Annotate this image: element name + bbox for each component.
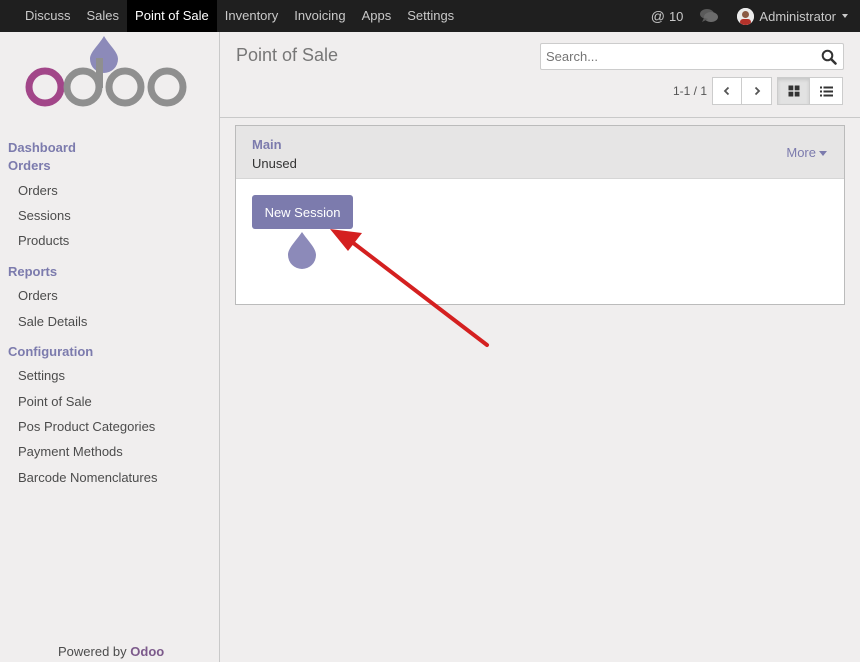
- sidebar-section-dashboard[interactable]: Dashboard: [8, 140, 76, 155]
- new-session-button[interactable]: New Session: [252, 195, 353, 229]
- chat-icon[interactable]: [699, 8, 721, 24]
- more-dropdown[interactable]: More: [786, 145, 827, 160]
- sidebar-item-report-orders[interactable]: Orders: [18, 288, 58, 303]
- kanban-view-button[interactable]: [777, 77, 810, 105]
- avatar: [737, 7, 755, 25]
- search-input[interactable]: [541, 44, 811, 69]
- search-box: [540, 43, 844, 70]
- odoo-logo: [24, 34, 194, 114]
- search-icon[interactable]: [821, 49, 837, 65]
- chevron-right-icon: [754, 86, 760, 96]
- sidebar-item-barcode-nomenclatures[interactable]: Barcode Nomenclatures: [18, 470, 157, 485]
- page-title: Point of Sale: [236, 45, 339, 65]
- pager-previous-button[interactable]: [712, 77, 742, 105]
- caret-down-icon: [842, 14, 848, 18]
- list-view-button[interactable]: [810, 77, 843, 105]
- pager-buttons: [712, 77, 772, 105]
- pager-value[interactable]: 1-1 / 1: [673, 84, 707, 98]
- more-label: More: [786, 145, 816, 160]
- powered-by: Powered by Odoo: [58, 644, 164, 659]
- sidebar-section-orders[interactable]: Orders: [8, 158, 51, 173]
- sidebar-item-settings[interactable]: Settings: [18, 368, 65, 383]
- droplet-icon: [287, 232, 317, 273]
- menu-apps[interactable]: Apps: [354, 0, 400, 32]
- mention-count[interactable]: 10: [669, 9, 683, 24]
- powered-by-odoo-link[interactable]: Odoo: [130, 644, 164, 659]
- caret-down-icon: [819, 151, 827, 157]
- menu-invoicing[interactable]: Invoicing: [286, 0, 353, 32]
- sidebar-section-configuration[interactable]: Configuration: [8, 344, 93, 359]
- card-header: Main Unused More: [236, 126, 844, 179]
- view-switcher: [777, 77, 843, 105]
- sidebar-section-reports[interactable]: Reports: [8, 264, 57, 279]
- sidebar-item-sale-details[interactable]: Sale Details: [18, 314, 87, 329]
- control-panel: Point of Sale 1-1 / 1: [220, 32, 860, 118]
- menu-settings[interactable]: Settings: [399, 0, 462, 32]
- pager-next-button[interactable]: [742, 77, 772, 105]
- sidebar-item-products[interactable]: Products: [18, 233, 69, 248]
- user-menu[interactable]: Administrator: [737, 7, 848, 25]
- sidebar-item-sessions[interactable]: Sessions: [18, 208, 71, 223]
- kanban-grid-icon: [788, 85, 799, 97]
- top-navbar: Discuss Sales Point of Sale Inventory In…: [0, 0, 860, 32]
- menu-inventory[interactable]: Inventory: [217, 0, 286, 32]
- sidebar-item-point-of-sale[interactable]: Point of Sale: [18, 394, 92, 409]
- app-menu: Discuss Sales Point of Sale Inventory In…: [0, 0, 462, 32]
- pos-config-card: Main Unused More New Session: [235, 125, 845, 305]
- user-name: Administrator: [759, 8, 836, 24]
- menu-sales[interactable]: Sales: [79, 0, 128, 32]
- at-mention-icon[interactable]: @: [651, 8, 665, 24]
- sidebar-item-payment-methods[interactable]: Payment Methods: [18, 444, 123, 459]
- card-title[interactable]: Main: [252, 137, 282, 152]
- menu-point-of-sale[interactable]: Point of Sale: [127, 0, 217, 32]
- menu-discuss[interactable]: Discuss: [17, 0, 79, 32]
- sidebar: Dashboard Orders Orders Sessions Product…: [0, 32, 220, 662]
- chevron-left-icon: [723, 86, 730, 96]
- sidebar-item-orders[interactable]: Orders: [18, 183, 58, 198]
- card-status: Unused: [252, 156, 297, 171]
- powered-by-label: Powered by: [58, 644, 127, 659]
- sidebar-item-pos-product-categories[interactable]: Pos Product Categories: [18, 419, 155, 434]
- list-icon: [819, 86, 833, 96]
